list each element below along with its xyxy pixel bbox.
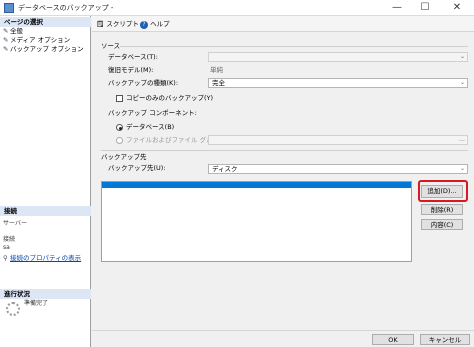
help-label: ヘルプ <box>150 20 170 28</box>
list-item[interactable] <box>102 182 411 188</box>
sidebar-item-media-options[interactable]: ✎ メディア オプション <box>3 36 70 45</box>
database-label: データベース(T): <box>108 53 158 61</box>
help-icon: ? <box>140 21 148 29</box>
source-section-label: ソース <box>101 42 121 50</box>
contents-button[interactable]: 内容(C) <box>421 219 463 230</box>
maximize-button[interactable]: ☐ <box>414 0 436 16</box>
progress-spinner-icon <box>6 302 20 316</box>
server-label: サーバー <box>3 220 27 227</box>
source-divider <box>120 46 468 47</box>
backup-type-label: バックアップの種類(K): <box>108 79 179 87</box>
backup-type-value: 完全 <box>212 79 225 87</box>
chevron-down-icon: ⌄ <box>459 53 465 60</box>
toolbar: 🗒 スクリプト ▼ ? ヘルプ <box>92 16 474 32</box>
sidebar-item-label: 全般 <box>10 27 23 35</box>
ok-button[interactable]: OK <box>372 334 414 345</box>
backup-destination-list[interactable] <box>101 181 412 262</box>
filegroup-field[interactable]: … <box>208 135 468 145</box>
sidebar-item-label: メディア オプション <box>10 36 71 44</box>
backup-to-select[interactable]: ディスク ⌄ <box>208 164 468 174</box>
connection-header: 接続 <box>0 206 91 216</box>
component-database-radio[interactable] <box>116 124 123 131</box>
script-label: スクリプト <box>106 20 139 28</box>
wrench-icon: ✎ <box>3 45 9 53</box>
connection-value: sa <box>3 244 10 251</box>
destination-section-label: バックアップ先 <box>101 153 147 161</box>
connection-properties-link[interactable]: ⚲ 接続のプロパティの表示 <box>3 254 81 263</box>
wrench-icon: ✎ <box>3 27 9 35</box>
remove-button[interactable]: 削除(R) <box>421 204 463 215</box>
script-icon: 🗒 <box>96 20 105 28</box>
add-button-highlight <box>418 180 468 202</box>
copy-only-label: コピーのみのバックアップ(Y) <box>126 94 214 102</box>
app-icon <box>4 3 14 13</box>
progress-header: 進行状況 <box>0 289 91 299</box>
ellipsis-icon: … <box>459 136 465 143</box>
sidebar: ページの選択 ✎ 全般 ✎ メディア オプション ✎ バックアップ オプション 接続 … <box>0 16 91 347</box>
recovery-model-label: 復旧モデル(M): <box>108 66 154 74</box>
window-title: データベースのバックアップ - <box>18 4 114 12</box>
connection-properties-label: 接続のプロパティの表示 <box>10 254 82 262</box>
backup-component-label: バックアップ コンポーネント: <box>108 109 197 117</box>
copy-only-checkbox[interactable] <box>116 95 123 102</box>
backup-to-value: ディスク <box>212 165 238 173</box>
cancel-button[interactable]: キャンセル <box>420 334 470 345</box>
component-database-label: データベース(B) <box>126 123 175 131</box>
script-button[interactable]: 🗒 スクリプト ▼ <box>96 19 145 30</box>
component-files-radio[interactable] <box>116 137 123 144</box>
dialog-footer: OK キャンセル <box>92 330 474 347</box>
progress-status: 準備完了 <box>24 300 49 307</box>
database-select[interactable]: ⌄ <box>208 52 468 62</box>
help-button[interactable]: ? ヘルプ <box>140 19 170 29</box>
sidebar-item-label: バックアップ オプション <box>10 45 84 53</box>
wrench-icon: ✎ <box>3 36 9 44</box>
backup-type-select[interactable]: 完全 ⌄ <box>208 78 468 88</box>
destination-divider <box>101 150 468 151</box>
sidebar-item-general[interactable]: ✎ 全般 <box>3 27 23 36</box>
chevron-down-icon: ⌄ <box>459 165 465 172</box>
minimize-button[interactable]: — <box>386 0 408 16</box>
page-select-header: ページの選択 <box>0 17 91 27</box>
title-bar: データベースのバックアップ - — ☐ ✕ <box>0 0 474 16</box>
connection-icon: ⚲ <box>3 254 8 262</box>
backup-to-label: バックアップ先(U): <box>108 164 166 172</box>
chevron-down-icon: ⌄ <box>459 79 465 86</box>
close-button[interactable]: ✕ <box>446 0 468 16</box>
sidebar-item-backup-options[interactable]: ✎ バックアップ オプション <box>3 45 84 54</box>
recovery-model-value: 単純 <box>210 66 223 74</box>
